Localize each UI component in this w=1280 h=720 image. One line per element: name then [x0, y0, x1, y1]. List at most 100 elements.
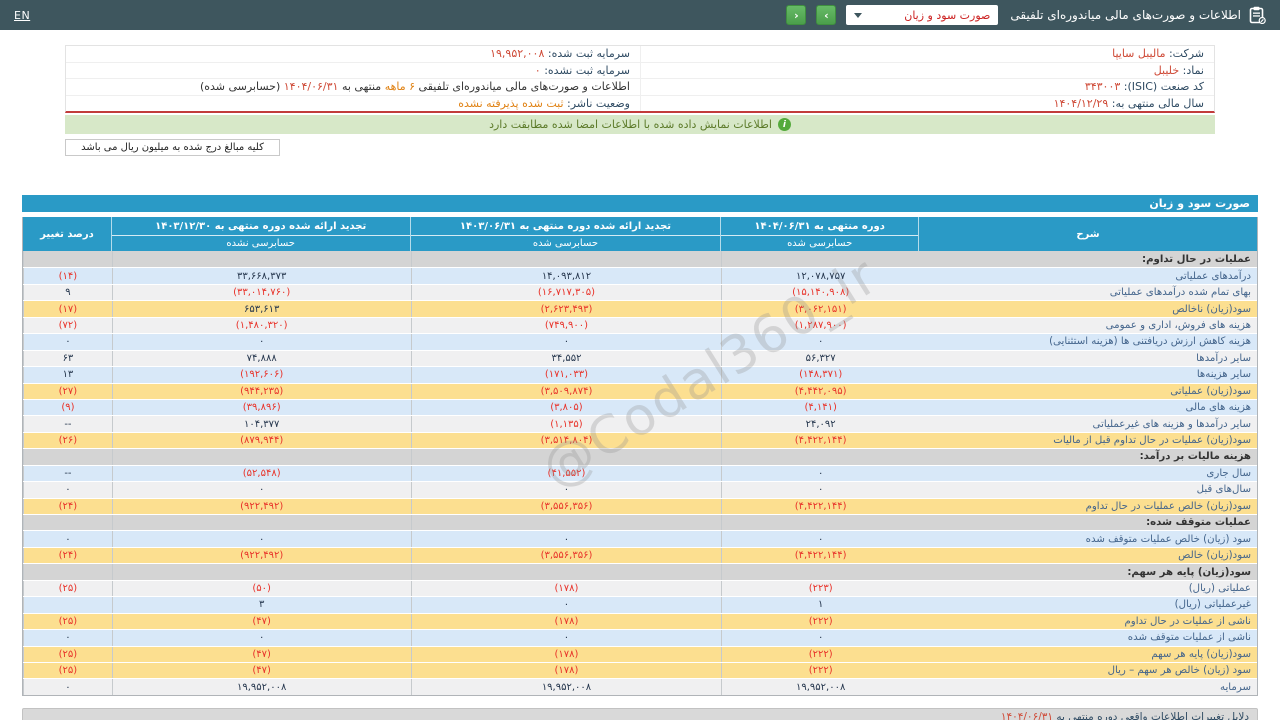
row-label: سایر درآمدها و هزینه های غیرعملیاتی [1092, 418, 1251, 430]
info-icon: i [777, 118, 791, 131]
company-info-row: شرکت: مالیبل سایپا سرمایه ثبت شده: ۱۹,۹۵… [66, 46, 1214, 63]
statement-row: ناشی از عملیات متوقف شده ۰ ۰ ۰ ۰ [23, 629, 1257, 646]
row-label: هزینه مالیات بر درآمد: [1139, 451, 1251, 463]
value-cell [721, 449, 918, 465]
value-cell: ۱۰۴,۳۷۷ [111, 416, 411, 432]
nav-back-button[interactable]: ‹ [786, 5, 807, 25]
statement-row: سال‌های قبل ۰ ۰ ۰ ۰ [23, 481, 1257, 498]
value-cell: ۰ [721, 630, 918, 646]
nav-forward-button[interactable]: › [816, 5, 837, 25]
info-label: سال مالی منتهی به: [1108, 96, 1204, 110]
row-label: سود(زیان) ناخالص [1172, 303, 1251, 315]
statement-row: سایر درآمدها و هزینه های غیرعملیاتی ۲۴,۰۹… [23, 415, 1257, 432]
statement-row: سایر درآمدها ۵۶,۳۲۷ ۳۴,۵۵۲ ۷۴,۸۸۸ ۶۳ [23, 349, 1257, 367]
language-en-link[interactable]: EN [14, 9, 30, 22]
change-cell: ۰ [23, 679, 112, 695]
value-cell [111, 449, 411, 465]
value-cell: (۲۲۲) [721, 646, 918, 662]
row-label: سایر درآمدها [1196, 352, 1251, 364]
info-field: سرمایه ثبت نشده: ۰ [66, 63, 640, 79]
change-cell: (۲۵) [23, 580, 112, 597]
value-cell: (۵۲,۵۴۸) [111, 465, 411, 482]
value-cell: (۴۱,۵۵۲) [410, 465, 722, 482]
value-cell: (۱۷۱,۰۳۳) [410, 367, 722, 383]
value-cell: (۷۴۹,۹۰۰) [410, 317, 722, 334]
row-label: سال‌های قبل [1196, 484, 1251, 496]
unit-note: کلیه مبالغ درج شده به میلیون ریال می باش… [65, 139, 280, 156]
value-cell: (۹۲۲,۴۹۲) [111, 498, 411, 514]
info-label: شرکت: [1165, 47, 1204, 60]
change-cell: ۰ [23, 482, 112, 498]
statement-header: شرح دوره منتهی به ۱۴۰۴/۰۶/۳۱ حسابرسی شده تج… [23, 217, 1257, 251]
statement-row: غیرعملیاتی (ریال) ۱ ۰ ۳ [23, 596, 1257, 613]
info-field: سرمایه ثبت شده: ۱۹,۹۵۲,۰۰۸ [66, 46, 640, 62]
value-cell: (۱,۲۸۷,۹۰۰) [721, 317, 918, 334]
change-cell: ۱۳ [23, 367, 112, 383]
value-cell: (۲۲۲) [721, 662, 918, 679]
value-cell: (۳,۵۰۹,۸۷۴) [410, 383, 722, 399]
info-value: ۶ ماهه [384, 80, 416, 93]
report-clipboard-icon [1249, 6, 1266, 24]
change-cell: ۰ [23, 531, 112, 547]
value-cell: (۴,۴۴۲,۰۹۵) [721, 383, 918, 399]
company-info-row: نماد: خلیبل سرمایه ثبت نشده: ۰ [66, 62, 1214, 79]
header-period-title: تجدید ارائه شده دوره منتهی به ۱۴۰۳/۰۶/۳۱ [410, 217, 721, 236]
info-field: نماد: خلیبل [640, 62, 1214, 78]
value-cell: (۱۹۲,۶۰۶) [111, 367, 411, 383]
header-col-change: درصد تغییر [23, 217, 112, 251]
reasons-label: دلایل تغییرات اطلاعات واقعی دوره منتهی ب… [1053, 710, 1249, 720]
header-col-description: شرح [1076, 228, 1100, 240]
value-cell: (۳۹,۸۹۶) [111, 399, 411, 416]
statement-row: سود(زیان) خالص عملیات در حال تداوم (۴,۴۲۲… [23, 497, 1257, 514]
change-cell [23, 449, 112, 465]
change-cell: (۲۵) [23, 613, 112, 630]
statement-grid: شرح دوره منتهی به ۱۴۰۴/۰۶/۳۱ حسابرسی شده تج… [22, 217, 1258, 696]
value-cell: ۰ [410, 597, 722, 613]
header-period-title: دوره منتهی به ۱۴۰۴/۰۶/۳۱ [721, 217, 918, 236]
statement-row: هزینه های مالی (۴,۱۴۱) (۳,۸۰۵) (۳۹,۸۹۶) (۹) [23, 398, 1257, 416]
change-cell: (۲۵) [23, 646, 112, 662]
section-row: هزینه مالیات بر درآمد: [23, 448, 1257, 465]
row-label: ناشی از عملیات متوقف شده [1127, 632, 1251, 644]
statement-row: عملیاتی (ریال) (۲۲۳) (۱۷۸) (۵۰) (۲۵) [23, 579, 1257, 597]
statement-type-select[interactable]: صورت سود و زیان [846, 5, 999, 25]
value-cell: (۴,۴۲۲,۱۴۴) [721, 432, 918, 449]
value-cell: (۲,۶۲۳,۴۹۳) [410, 301, 722, 317]
value-cell: (۹۲۲,۴۹۲) [111, 547, 411, 564]
statement-row: سود (زیان) خالص هر سهم – ریال (۲۲۲) (۱۷۸)(… [23, 661, 1257, 679]
value-cell: ۰ [410, 482, 722, 498]
row-label: سود(زیان) خالص عملیات در حال تداوم [1085, 500, 1251, 512]
row-label: عملیاتی (ریال) [1188, 582, 1251, 594]
value-cell: (۴,۱۴۱) [721, 399, 918, 416]
value-cell: ۰ [111, 630, 411, 646]
row-label: سود(زیان) عملیاتی [1170, 385, 1251, 397]
signature-match-bar: i اطلاعات نمایش داده شده با اطلاعات امضا… [65, 115, 1215, 134]
change-cell [23, 251, 112, 268]
row-label: درآمدهای عملیاتی [1175, 270, 1251, 282]
info-value: ۱۴۰۴/۰۶/۳۱ [283, 80, 339, 93]
change-cell: (۱۴) [23, 268, 112, 284]
value-cell [410, 515, 722, 531]
statement-row: بهای تمام شده درآمدهای عملیاتی (۱۵,۱۴۰,۹۰… [23, 283, 1257, 301]
header-audit-status: حسابرسی شده [532, 238, 599, 249]
value-cell: ۰ [410, 531, 722, 547]
reasons-panel-header: دلایل تغییرات اطلاعات واقعی دوره منتهی ب… [22, 707, 1258, 720]
statement-title: صورت سود و زیان [22, 195, 1258, 212]
value-cell: (۱,۴۸۰,۳۲۰) [111, 317, 411, 334]
value-cell: ۰ [721, 482, 918, 498]
statement-row: سود (زیان) خالص عملیات متوقف شده ۰ ۰ ۰ ۰ [23, 530, 1257, 547]
statement-type-value: صورت سود و زیان [904, 8, 991, 22]
change-cell [23, 597, 112, 613]
value-cell: ۰ [410, 334, 722, 350]
info-value: ۳۴۳۰۰۳ [1084, 80, 1121, 93]
section-row: عملیات در حال تداوم: [23, 251, 1257, 268]
row-label: عملیات در حال تداوم: [1142, 253, 1251, 265]
value-cell: (۱۴۸,۳۷۱) [721, 367, 918, 383]
change-cell: ۰ [23, 630, 112, 646]
reasons-date: ۱۴۰۴/۰۶/۳۱ [1000, 710, 1054, 720]
row-label: هزینه های فروش، اداری و عمومی [1105, 319, 1251, 331]
value-cell: (۴۷) [111, 662, 411, 679]
info-value: (حسابرسی شده) [199, 80, 281, 93]
value-cell [721, 515, 918, 531]
value-cell: ۳ [111, 597, 411, 613]
